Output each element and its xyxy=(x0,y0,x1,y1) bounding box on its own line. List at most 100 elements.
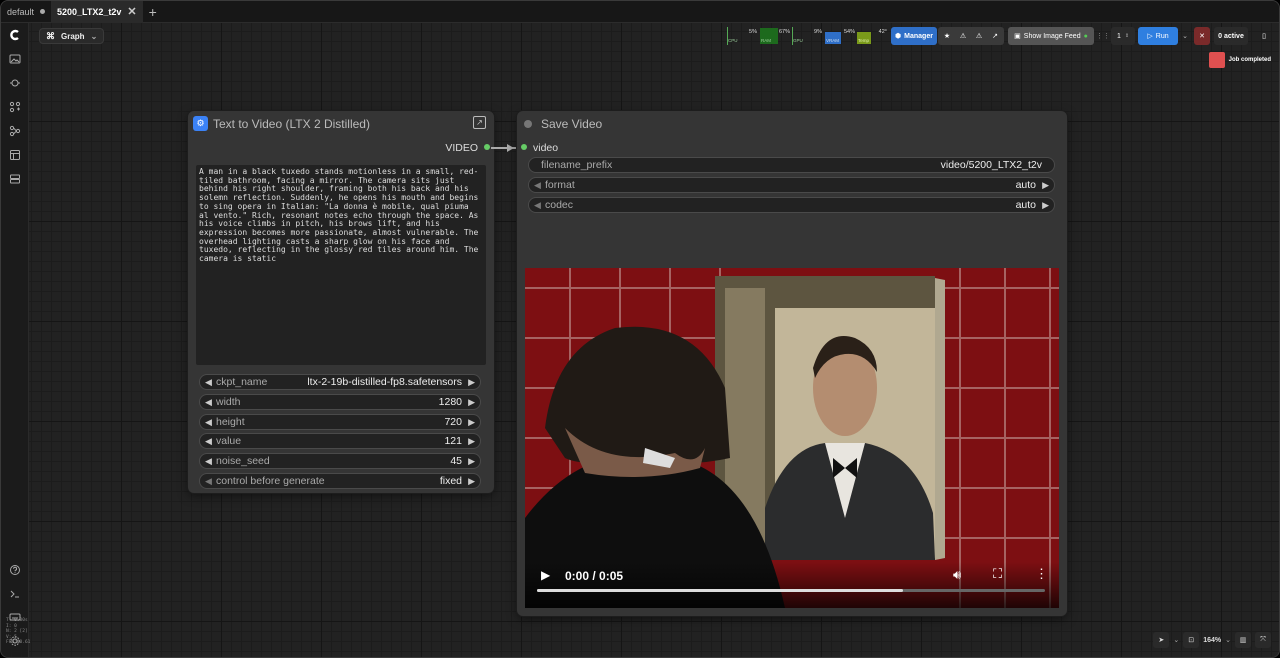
widget-name: width xyxy=(216,396,241,408)
more-options-icon[interactable]: ⋮ xyxy=(1035,566,1048,582)
play-icon: ▷ xyxy=(1147,33,1153,40)
open-subgraph-icon[interactable]: ↗ xyxy=(473,116,486,129)
tab-default[interactable]: default xyxy=(1,1,51,23)
link-visibility-button[interactable]: ⤧ xyxy=(1255,632,1271,648)
format-widget[interactable]: ◀ format auto ▶ xyxy=(528,177,1055,193)
arrow-right-icon[interactable]: ▶ xyxy=(468,456,475,467)
node-title-bar[interactable]: ⚙ Text to Video (LTX 2 Distilled) ↗ xyxy=(188,111,494,135)
show-image-feed-button[interactable]: ▣ Show Image Feed ● xyxy=(1008,27,1094,45)
arrow-right-icon[interactable]: ▶ xyxy=(1042,180,1049,191)
image-icon[interactable] xyxy=(9,53,21,65)
height-widget[interactable]: ◀ height 720 ▶ xyxy=(199,414,481,430)
widget-value: video/5200_LTX2_t2v xyxy=(940,159,1042,171)
control-before-generate-widget[interactable]: ◀ control before generate fixed ▶ xyxy=(199,473,481,489)
collapse-dot-icon[interactable] xyxy=(524,120,532,128)
fullscreen-icon[interactable]: ⛶ xyxy=(993,566,1002,582)
arrow-left-icon[interactable]: ◀ xyxy=(205,377,212,388)
width-widget[interactable]: ◀ width 1280 ▶ xyxy=(199,394,481,410)
settings-gear-icon[interactable] xyxy=(9,635,21,647)
widget-value: auto xyxy=(1015,199,1036,211)
graph-icon: ⌘ xyxy=(46,30,55,41)
subgraph-icon: ⚙ xyxy=(193,116,208,131)
run-button[interactable]: ▷ Run xyxy=(1138,27,1178,45)
video-controls: ▶ 0:00 / 0:05 🔊︎ ⛶ ⋮ xyxy=(525,562,1059,608)
arrow-right-icon[interactable]: ▶ xyxy=(468,417,475,428)
canvas-controls: ➤ ⌄ ⊡ 164% ⌄ ▥ ⤧ xyxy=(1153,631,1271,649)
toggle-panel-icon[interactable]: ▯ xyxy=(1256,27,1272,45)
arrow-left-icon[interactable]: ◀ xyxy=(205,456,212,467)
graph-mode-button[interactable]: ⌘ Graph ⌄ xyxy=(39,28,105,44)
share-icon[interactable]: ↗ xyxy=(988,27,1002,45)
arrow-left-icon[interactable]: ◀ xyxy=(205,417,212,428)
manager-button[interactable]: ⬢ Manager xyxy=(891,27,937,45)
node-library-icon[interactable] xyxy=(9,101,21,113)
workflows-icon[interactable] xyxy=(9,125,21,137)
warning-icon[interactable]: ⚠ xyxy=(956,27,970,45)
unsaved-dot-icon xyxy=(40,9,46,14)
text-to-video-node[interactable]: ⚙ Text to Video (LTX 2 Distilled) ↗ VIDE… xyxy=(188,111,494,493)
arrow-right-icon[interactable]: ▶ xyxy=(468,397,475,408)
chevron-down-icon: ⌄ xyxy=(90,31,98,41)
arrow-left-icon[interactable]: ◀ xyxy=(205,476,212,487)
tab-label: 5200_LTX2_t2v xyxy=(57,6,122,17)
node-title: Save Video xyxy=(541,117,603,131)
codec-widget[interactable]: ◀ codec auto ▶ xyxy=(528,197,1055,213)
alert-icon[interactable]: ⚠ xyxy=(972,27,986,45)
stepper-arrows-icon: ⇕ xyxy=(1124,33,1130,39)
close-icon: ✕ xyxy=(1199,33,1205,40)
prompt-textarea[interactable]: A man in a black tuxedo stands motionles… xyxy=(196,165,486,365)
zoom-level[interactable]: 164% xyxy=(1203,637,1221,644)
active-jobs-indicator[interactable]: 0 active xyxy=(1214,27,1248,45)
drag-handle-icon[interactable]: ⋮⋮ xyxy=(1096,27,1110,45)
chevron-down-icon[interactable]: ⌄ xyxy=(1173,636,1179,644)
cancel-button[interactable]: ✕ xyxy=(1194,27,1210,45)
close-icon[interactable]: ✕ xyxy=(127,5,136,18)
video-time: 0:00 / 0:05 xyxy=(565,569,624,583)
job-completed-badge[interactable]: Job completed xyxy=(1208,51,1271,69)
volume-icon[interactable]: 🔊︎ xyxy=(953,567,961,583)
run-options-chevron-icon[interactable]: ⌄ xyxy=(1180,27,1190,45)
help-icon[interactable] xyxy=(9,564,21,576)
queue-icon[interactable] xyxy=(9,173,21,185)
manager-label: Manager xyxy=(904,32,933,40)
templates-icon[interactable] xyxy=(9,149,21,161)
arrow-left-icon[interactable]: ◀ xyxy=(205,436,212,447)
arrow-right-icon[interactable]: ▶ xyxy=(468,377,475,388)
arrow-left-icon[interactable]: ◀ xyxy=(534,200,541,211)
star-icon[interactable]: ★ xyxy=(940,27,954,45)
select-mode-button[interactable]: ➤ xyxy=(1153,632,1170,648)
meter-label: Temp xyxy=(858,38,870,43)
input-slot-icon[interactable] xyxy=(521,144,527,150)
value-widget[interactable]: ◀ value 121 ▶ xyxy=(199,433,481,449)
arrow-right-icon[interactable]: ▶ xyxy=(468,436,475,447)
noise-seed-widget[interactable]: ◀ noise_seed 45 ▶ xyxy=(199,453,481,469)
keyboard-icon[interactable] xyxy=(9,611,21,623)
minimap-button[interactable]: ▥ xyxy=(1235,632,1251,648)
arrow-right-icon[interactable]: ▶ xyxy=(468,476,475,487)
save-video-node[interactable]: Save Video video filename_prefix video/5… xyxy=(517,111,1067,616)
widget-name: control before generate xyxy=(216,475,325,487)
ckpt-name-widget[interactable]: ◀ ckpt_name ltx-2-19b-distilled-fp8.safe… xyxy=(199,374,481,390)
meter-value: 42° xyxy=(878,29,887,35)
video-progress-bar[interactable] xyxy=(537,589,1045,592)
new-tab-plus-icon[interactable]: + xyxy=(143,4,163,20)
arrow-left-icon[interactable]: ◀ xyxy=(205,397,212,408)
node-title-bar[interactable]: Save Video xyxy=(517,111,1067,135)
chevron-down-icon[interactable]: ⌄ xyxy=(1225,636,1231,644)
temp-meter: Temp 42° xyxy=(857,27,887,45)
comfy-logo-icon[interactable] xyxy=(9,29,21,41)
arrow-right-icon[interactable]: ▶ xyxy=(1042,200,1049,211)
filename-prefix-widget[interactable]: filename_prefix video/5200_LTX2_t2v xyxy=(528,157,1055,173)
tab-5200-ltx2-t2v[interactable]: 5200_LTX2_t2v ✕ xyxy=(51,1,143,23)
play-icon[interactable]: ▶ xyxy=(541,568,550,582)
fit-view-button[interactable]: ⊡ xyxy=(1183,632,1200,648)
widget-name: filename_prefix xyxy=(541,159,613,171)
model-library-icon[interactable] xyxy=(9,77,21,89)
queue-count-stepper[interactable]: 1 ⇕ xyxy=(1111,27,1135,45)
widget-value: ltx-2-19b-distilled-fp8.safetensors xyxy=(307,376,462,388)
video-preview[interactable]: ▶ 0:00 / 0:05 🔊︎ ⛶ ⋮ xyxy=(525,268,1059,608)
pointer-icon: ➤ xyxy=(1158,637,1165,644)
terminal-icon[interactable] xyxy=(9,588,21,600)
arrow-left-icon[interactable]: ◀ xyxy=(534,180,541,191)
video-frame xyxy=(525,268,1059,608)
